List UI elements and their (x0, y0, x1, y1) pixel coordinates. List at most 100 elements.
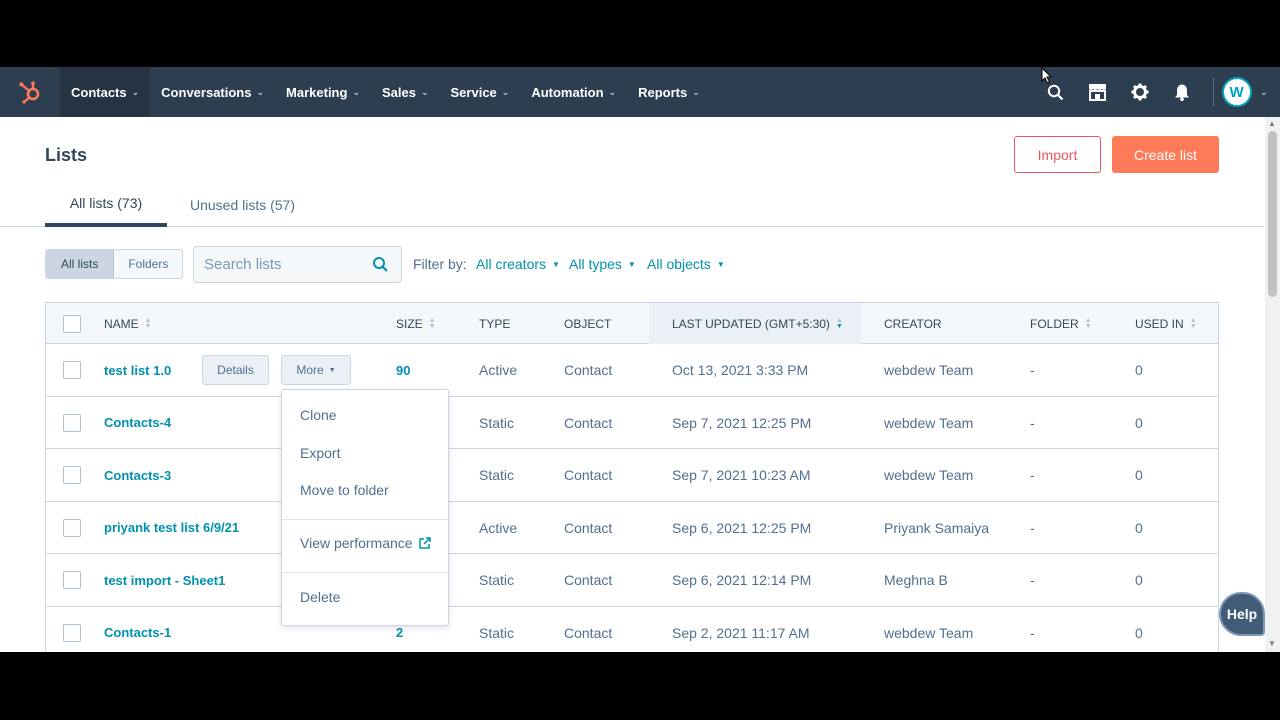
list-folder: - (1030, 572, 1035, 588)
list-folder: - (1030, 624, 1035, 641)
page-title: Lists (45, 145, 88, 165)
caret-down-icon: ▼ (328, 366, 336, 374)
list-last-updated: Sep 7, 2021 12:25 PM (672, 414, 812, 431)
types-filter-dropdown[interactable]: All types ▼ (569, 256, 636, 272)
list-type: Active (479, 362, 518, 378)
avatar: W (1221, 77, 1252, 107)
search-icon[interactable] (372, 256, 389, 278)
table-row: Contacts-4 Static Contact Sep 7, 2021 12… (46, 396, 1218, 449)
page-scrollbar[interactable]: ▲ ▼ (1265, 117, 1280, 652)
list-folder: - (1030, 467, 1035, 483)
nav-item-reports[interactable]: Reports ⌄ (627, 67, 711, 117)
list-object: Contact (564, 519, 613, 536)
list-used-in: 0 (1135, 572, 1143, 588)
list-creator: webdew Team (884, 362, 974, 378)
menu-item-clone[interactable]: Clone (300, 407, 337, 423)
sort-icon: ▲ ▼ (144, 316, 152, 330)
creators-filter-dropdown[interactable]: All creators ▼ (476, 256, 560, 272)
list-name-link[interactable]: test list 1.0 (104, 344, 171, 396)
nav-item-conversations[interactable]: Conversations ⌄ (150, 67, 275, 117)
row-checkbox[interactable] (63, 413, 81, 432)
caret-down-icon: ▼ (627, 259, 636, 269)
column-header-type: TYPE (479, 316, 511, 331)
select-all-checkbox[interactable] (63, 315, 81, 333)
list-name-link[interactable]: Contacts-1 (104, 607, 171, 653)
nav-divider (1212, 78, 1214, 106)
import-button[interactable]: Import (1014, 136, 1101, 173)
table-row: Contacts-1 2 Static Contact Sep 2, 2021 … (46, 606, 1218, 653)
notifications-bell-icon[interactable] (1161, 67, 1203, 117)
list-name-link[interactable]: Contacts-4 (104, 397, 171, 449)
hubspot-logo-icon[interactable] (0, 67, 60, 117)
more-actions-menu: Clone Export Move to folder View perform… (281, 389, 449, 626)
nav-item-sales[interactable]: Sales ⌄ (371, 67, 440, 117)
column-header-object: OBJECT (564, 316, 612, 331)
row-checkbox[interactable] (63, 623, 81, 642)
top-navigation: Contacts ⌄ Conversations ⌄ Marketing ⌄ Sale… (0, 67, 1280, 117)
row-checkbox[interactable] (63, 518, 81, 537)
settings-gear-icon[interactable] (1119, 67, 1161, 117)
column-header-size[interactable]: SIZE ▲ ▼ (396, 303, 436, 344)
letterbox-bottom (0, 652, 1280, 720)
sort-icon: ▲ ▼ (1189, 316, 1197, 330)
sort-icon: ▲ ▼ (1084, 316, 1092, 330)
list-object: Contact (564, 624, 613, 641)
list-type: Static (479, 414, 515, 431)
nav-item-contacts[interactable]: Contacts ⌄ (60, 67, 151, 117)
list-used-in: 0 (1135, 414, 1143, 431)
chevron-down-icon: ⌄ (352, 86, 360, 97)
list-object: Contact (564, 572, 613, 588)
column-header-last-updated[interactable]: LAST UPDATED (GMT+5:30) ▲ ▼ (649, 303, 861, 344)
menu-item-move-to-folder[interactable]: Move to folder (300, 482, 389, 498)
column-header-used-in[interactable]: USED IN ▲ ▼ (1135, 303, 1197, 344)
scrollbar-thumb[interactable] (1268, 131, 1277, 297)
row-checkbox[interactable] (63, 466, 81, 484)
help-button[interactable]: Help (1219, 592, 1265, 636)
list-creator: Meghna B (884, 572, 948, 588)
nav-item-service[interactable]: Service ⌄ (440, 67, 521, 117)
details-button[interactable]: Details (202, 355, 269, 385)
search-input[interactable] (204, 256, 364, 273)
row-checkbox[interactable] (63, 571, 81, 589)
scroll-up-arrow-icon[interactable]: ▲ (1268, 119, 1276, 128)
table-row: test import - Sheet1 Static Contact Sep … (46, 554, 1218, 607)
create-list-button[interactable]: Create list (1112, 136, 1219, 173)
nav-item-automation[interactable]: Automation ⌄ (520, 67, 627, 117)
tab-unused-lists[interactable]: Unused lists (57) (180, 183, 305, 227)
menu-item-delete[interactable]: Delete (300, 589, 340, 605)
caret-down-icon: ▼ (716, 259, 725, 269)
chevron-down-icon: ⌄ (1259, 86, 1268, 98)
list-used-in: 0 (1135, 362, 1143, 378)
list-creator: webdew Team (884, 414, 974, 431)
scroll-down-arrow-icon[interactable]: ▼ (1268, 639, 1276, 648)
marketplace-icon[interactable] (1077, 67, 1119, 117)
tab-all-lists[interactable]: All lists (73) (45, 183, 167, 227)
all-lists-toggle[interactable]: All lists (46, 250, 115, 278)
app-window: Contacts ⌄ Conversations ⌄ Marketing ⌄ Sale… (0, 67, 1280, 652)
table-row: test list 1.0 Details More ▼ 90 Active Co… (46, 344, 1218, 397)
list-object: Contact (564, 362, 613, 378)
column-header-folder[interactable]: FOLDER ▲ ▼ (1030, 303, 1092, 344)
chevron-down-icon: ⌄ (256, 86, 265, 97)
filter-by-label: Filter by: (413, 256, 467, 272)
external-link-icon (418, 536, 431, 549)
folders-toggle[interactable]: Folders (114, 250, 183, 278)
list-name-link[interactable]: test import - Sheet1 (104, 554, 225, 606)
list-object: Contact (564, 414, 613, 431)
row-checkbox[interactable] (63, 361, 81, 379)
caret-down-icon: ▼ (552, 259, 560, 269)
list-name-link[interactable]: priyank test list 6/9/21 (104, 502, 239, 554)
account-menu[interactable]: W ⌄ (1221, 77, 1280, 107)
list-name-link[interactable]: Contacts-3 (104, 449, 171, 501)
menu-item-view-performance[interactable]: View performance (300, 535, 431, 551)
list-folder: - (1030, 414, 1035, 431)
menu-item-export[interactable]: Export (300, 445, 340, 461)
column-header-name[interactable]: NAME ▲ ▼ (104, 303, 152, 344)
list-last-updated: Sep 7, 2021 10:23 AM (672, 467, 811, 483)
menu-divider (282, 572, 448, 573)
list-type: Static (479, 467, 515, 483)
objects-filter-dropdown[interactable]: All objects ▼ (647, 256, 725, 272)
nav-item-marketing[interactable]: Marketing ⌄ (275, 67, 371, 117)
list-last-updated: Sep 2, 2021 11:17 AM (672, 624, 810, 641)
more-button[interactable]: More ▼ (281, 355, 351, 385)
